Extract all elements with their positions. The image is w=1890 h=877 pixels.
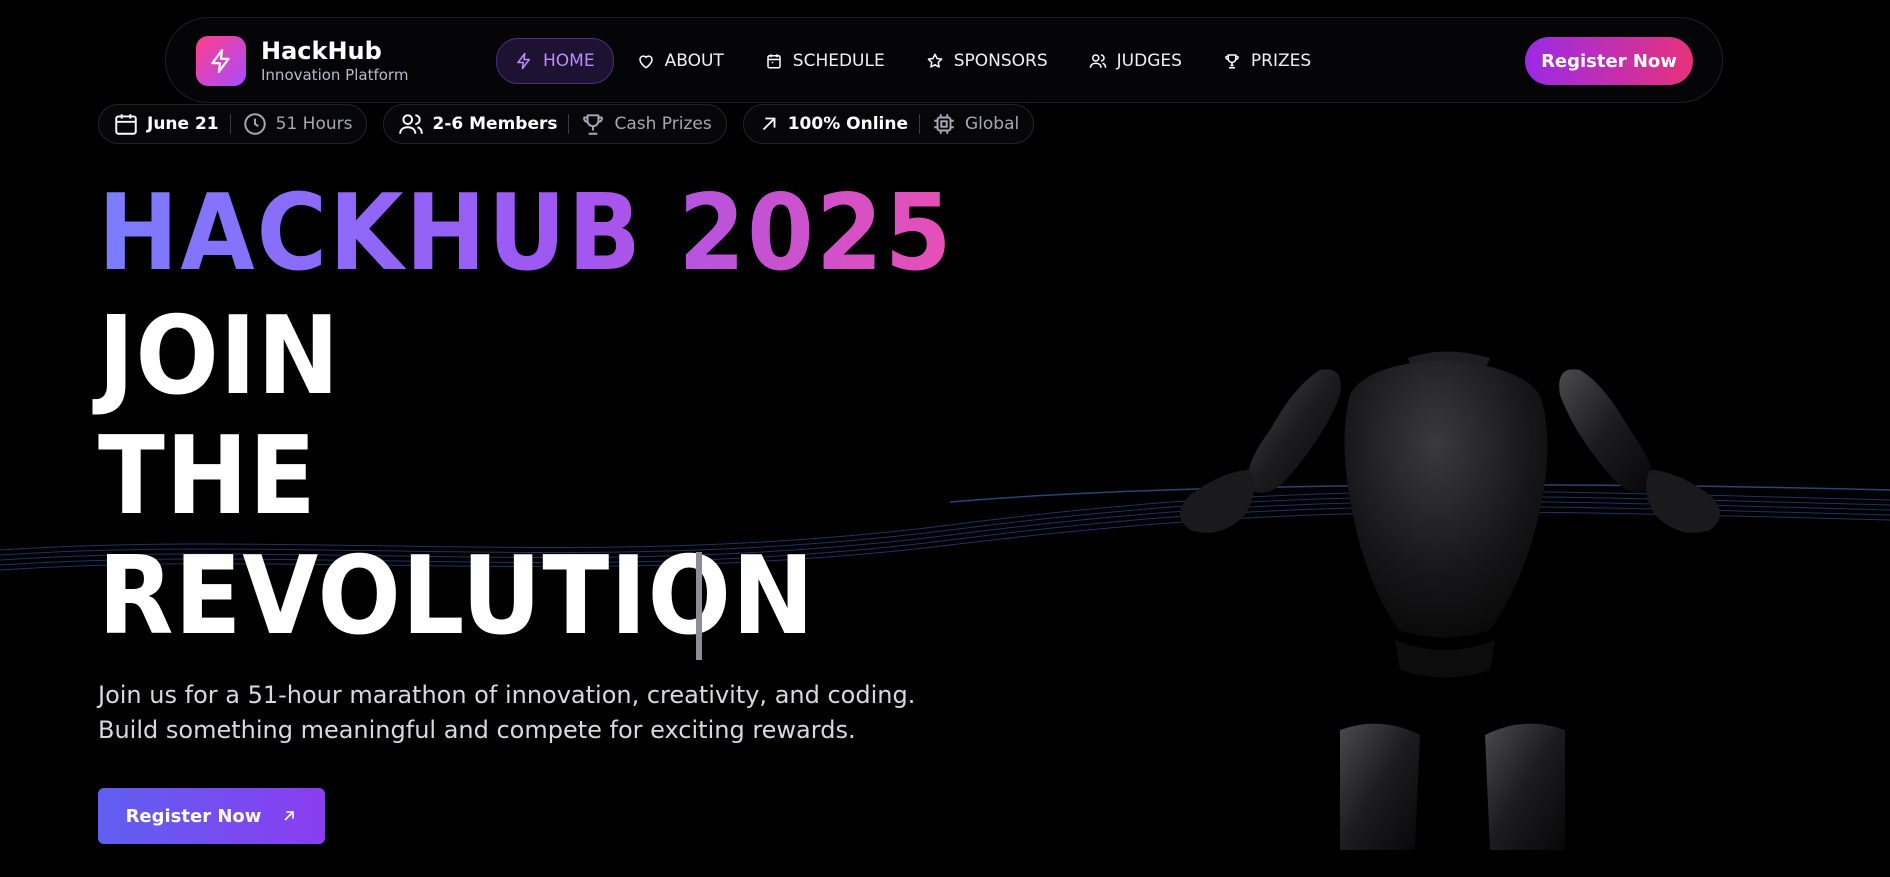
register-now-hero-button[interactable]: Register Now [98, 788, 325, 844]
trophy-icon [1225, 54, 1239, 69]
typing-caret [696, 552, 702, 660]
cpu-icon [934, 114, 954, 134]
event-duration: 51 Hours [275, 114, 353, 134]
trophy-icon [583, 114, 604, 135]
info-pill-location: 100% Online Global [742, 104, 1035, 144]
hero-line-join: JOIN [98, 293, 341, 420]
nav-menu: HOME ABOUT SCHEDULE SPONSORS JUDGES PRIZ… [496, 38, 1334, 84]
users-icon [1089, 54, 1106, 68]
register-now-nav-button[interactable]: Register Now [1525, 37, 1693, 85]
nav-item-label: PRIZES [1250, 51, 1312, 71]
nav-item-prizes[interactable]: PRIZES [1205, 39, 1329, 83]
bolt-icon [196, 36, 246, 86]
page: HackHub Innovation Platform HOME ABOUT S… [0, 0, 1890, 877]
event-scope: Global [965, 114, 1020, 134]
brand[interactable]: HackHub Innovation Platform [196, 36, 408, 86]
nav-item-label: SCHEDULE [792, 51, 885, 71]
navbar: HackHub Innovation Platform HOME ABOUT S… [165, 17, 1723, 103]
nav-item-label: JUDGES [1116, 51, 1182, 71]
nav-item-schedule[interactable]: SCHEDULE [747, 39, 903, 83]
users-icon [399, 114, 424, 134]
nav-item-home[interactable]: HOME [496, 38, 614, 84]
prize-type: Cash Prizes [614, 114, 712, 134]
nav-item-sponsors[interactable]: SPONSORS [908, 39, 1066, 83]
clock-icon [243, 113, 266, 135]
arrow-up-right-icon [284, 811, 295, 821]
hero-line-revolution: REVOLUTION [98, 533, 816, 660]
hero-description: Join us for a 51-hour marathon of innova… [98, 681, 916, 744]
team-size: 2-6 Members [432, 114, 558, 134]
nav-item-label: SPONSORS [953, 51, 1048, 71]
arrow-up-right-icon [762, 117, 776, 131]
nav-item-label: HOME [543, 51, 595, 71]
event-date: June 21 [147, 114, 219, 134]
hero-title: HACKHUB 2025 [98, 170, 954, 295]
nav-item-about[interactable]: ABOUT [619, 39, 742, 83]
nav-item-judges[interactable]: JUDGES [1071, 39, 1200, 83]
register-now-label: Register Now [125, 805, 262, 827]
brand-subtitle: Innovation Platform [261, 66, 409, 84]
event-mode: 100% Online [787, 114, 908, 134]
robot-illustration [1180, 351, 1720, 850]
bolt-icon [517, 52, 530, 70]
brand-name: HackHub [261, 37, 382, 65]
star-icon [927, 53, 943, 68]
calendar-icon [767, 54, 781, 69]
calendar-icon [115, 114, 137, 135]
nav-item-label: ABOUT [664, 51, 724, 71]
event-info-pills: June 21 51 Hours 2-6 Members Cash Prizes… [98, 104, 1050, 144]
info-pill-team: 2-6 Members Cash Prizes [383, 104, 727, 144]
hero-line-the: THE [98, 413, 317, 540]
heart-icon [638, 55, 653, 69]
info-pill-date: June 21 51 Hours [98, 104, 368, 144]
